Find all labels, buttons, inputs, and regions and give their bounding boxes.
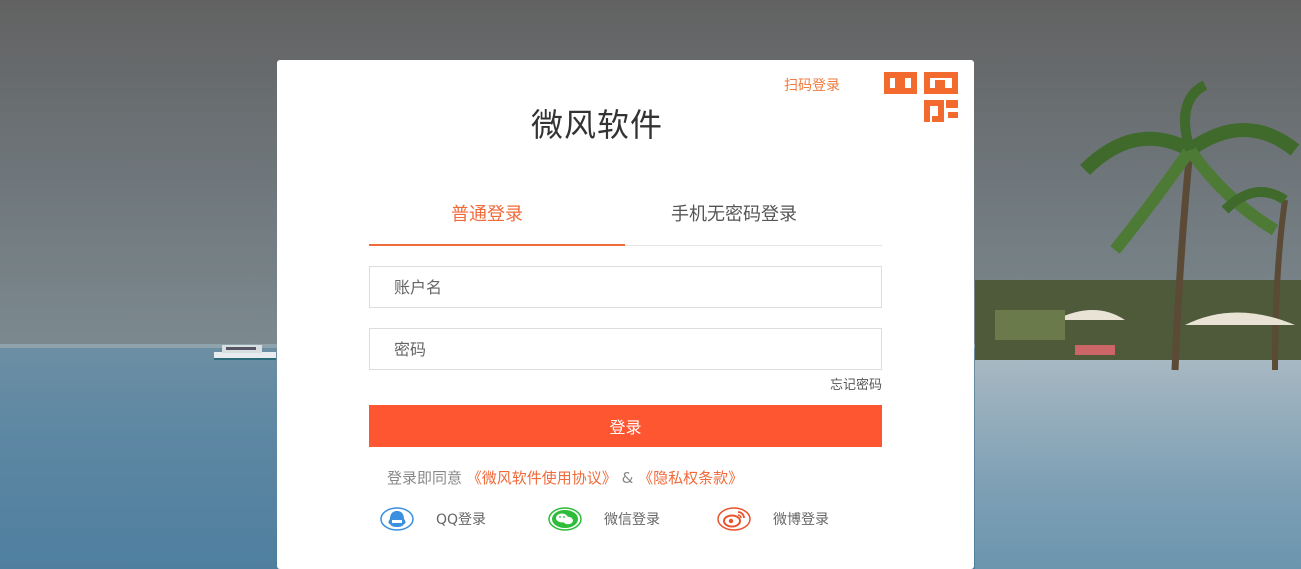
agreement-separator: &	[621, 469, 634, 487]
password-input[interactable]	[370, 329, 874, 369]
terms-link[interactable]: 《微风软件使用协议》	[467, 469, 617, 487]
qq-icon	[380, 507, 414, 531]
tab-normal-login[interactable]: 普通登录	[451, 200, 523, 226]
tab-phone-login[interactable]: 手机无密码登录	[671, 200, 797, 226]
wechat-login-label: 微信登录	[604, 512, 660, 528]
wechat-login-button[interactable]: 微信登录	[548, 506, 660, 532]
qr-login-link[interactable]: 扫码登录	[784, 75, 840, 95]
agreement-prefix: 登录即同意	[387, 469, 463, 487]
palm-trees-image	[975, 80, 1301, 371]
agreement-text: 登录即同意 《微风软件使用协议》 & 《隐私权条款》	[387, 467, 743, 488]
login-card: 扫码登录 微风软件 普通登录 手机无密码登录 账户名 忘记密码 登录 登录即同意…	[277, 60, 974, 569]
active-tab-indicator	[369, 244, 625, 246]
privacy-link[interactable]: 《隐私权条款》	[638, 469, 743, 487]
weibo-login-button[interactable]: 微博登录	[717, 506, 829, 532]
weibo-icon	[717, 507, 751, 531]
login-tabs: 普通登录 手机无密码登录	[369, 190, 882, 246]
qq-login-label: QQ登录	[436, 512, 487, 528]
forgot-password-link[interactable]: 忘记密码	[830, 374, 882, 393]
username-field	[369, 266, 882, 308]
boat-image	[214, 345, 276, 360]
password-field	[369, 328, 882, 370]
pool	[975, 360, 1301, 569]
wechat-icon	[548, 507, 582, 531]
qq-login-button[interactable]: QQ登录	[380, 506, 486, 532]
login-button[interactable]: 登录	[369, 405, 882, 447]
weibo-login-label: 微博登录	[773, 512, 829, 528]
app-title: 微风软件	[530, 106, 663, 144]
username-input[interactable]	[370, 267, 874, 307]
